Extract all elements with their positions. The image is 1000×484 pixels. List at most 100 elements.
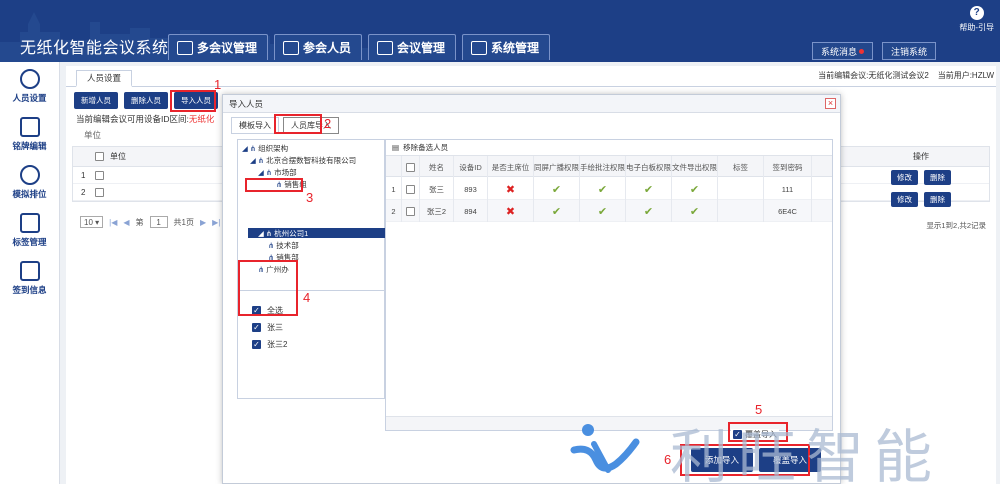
org-icon: ⋔: [249, 144, 257, 153]
tab-label: 多会议管理: [197, 41, 258, 55]
cell-tag[interactable]: [718, 200, 764, 222]
cell-chair[interactable]: ✖: [488, 200, 534, 222]
user-group-icon: [19, 68, 40, 89]
page-number-input[interactable]: 1: [149, 216, 168, 228]
edit-icon: [19, 116, 40, 137]
checkbox[interactable]: ✓: [252, 323, 261, 332]
last-page-icon[interactable]: ▶|: [212, 218, 220, 227]
add-person-button[interactable]: 新增人员: [74, 92, 118, 109]
annotation-number-1: 1: [214, 77, 222, 92]
notification-dot: [859, 48, 865, 54]
tree-node-tech[interactable]: ⋔ 技术部: [268, 240, 299, 251]
first-page-icon[interactable]: |◀: [109, 218, 117, 227]
cell-tag[interactable]: [718, 178, 764, 200]
seat-icon: [19, 164, 40, 185]
tab-attendees[interactable]: 参会人员: [274, 34, 363, 60]
select-all-checkbox[interactable]: [95, 152, 104, 161]
table-row[interactable]: 2 张三2 894 ✖ ✔ ✔ ✔ ✔ 6E4C: [386, 200, 832, 222]
cell-device-id: 893: [454, 178, 488, 200]
person-label: 张三: [267, 323, 283, 332]
person-option[interactable]: ✓ 张三2: [242, 336, 378, 353]
row-checkbox[interactable]: [406, 206, 415, 216]
edit-button[interactable]: 修改: [891, 169, 918, 185]
tree-node-hangzhou[interactable]: ◢ ⋔ 杭州公司1: [258, 228, 308, 239]
logout-label: 注销系统: [891, 46, 928, 57]
tab-template-import[interactable]: 模板导入: [231, 117, 279, 134]
sidebar: 人员设置 铭牌编辑 模拟排位 标签管理 签到信息: [0, 62, 60, 484]
tree-node-root[interactable]: ◢ ⋔ 组织架构: [242, 143, 288, 154]
cell-chair[interactable]: ✖: [488, 178, 534, 200]
close-icon[interactable]: ×: [825, 98, 836, 109]
sidebar-item-label: 标签管理: [12, 236, 47, 247]
meeting-icon: [377, 40, 394, 55]
table-row[interactable]: 1 张三 893 ✖ ✔ ✔ ✔ ✔ 111: [386, 178, 832, 200]
page-prefix: 第: [135, 217, 144, 227]
prev-page-icon[interactable]: ◀: [123, 218, 129, 227]
cell-export[interactable]: ✔: [672, 178, 718, 200]
row-checkbox[interactable]: [95, 170, 104, 180]
cell-export[interactable]: ✔: [672, 200, 718, 222]
cell-device-id: 894: [454, 200, 488, 222]
system-icon: [471, 40, 488, 55]
tag-icon: [19, 212, 40, 233]
tree-label: 北京合摆数智科技有限公司: [266, 156, 357, 165]
annotation-box-3: [245, 178, 303, 192]
person-label: 张三2: [267, 340, 288, 349]
delete-button[interactable]: 删除: [924, 169, 951, 185]
page-number-value: 1: [156, 217, 161, 227]
remove-label: 移除备选人员: [403, 143, 449, 152]
sidebar-item-label: 人员设置: [12, 92, 47, 103]
sidebar-item-nameplate-edit[interactable]: 铭牌编辑: [0, 110, 59, 158]
hint-value: 无纸化: [188, 114, 215, 124]
expand-icon: ◢: [258, 229, 264, 238]
selected-table-header: 姓名 设备ID 是否主席位 同屏广播权限 手绘批注权限 电子白板权限 文件导出权…: [386, 155, 832, 178]
selected-people-panel: ▤ 移除备选人员 姓名 设备ID 是否主席位 同屏广播权限 手绘批注权限 电子白板…: [385, 139, 833, 431]
help-button[interactable]: ? 帮助-引导: [959, 6, 994, 33]
remove-icon: ▤: [392, 143, 400, 152]
cell-annotate[interactable]: ✔: [580, 200, 626, 222]
cell-broadcast[interactable]: ✔: [534, 178, 580, 200]
sidebar-item-seat-simulation[interactable]: 模拟排位: [0, 158, 59, 206]
operations-column: 操作 修改 删除 修改 删除: [852, 146, 990, 210]
checkbox[interactable]: ✓: [252, 340, 261, 349]
edit-button[interactable]: 修改: [891, 191, 918, 207]
tab-meeting-management[interactable]: 会议管理: [368, 34, 457, 60]
system-message-button[interactable]: 系统消息: [812, 42, 874, 60]
select-all-checkbox[interactable]: [406, 162, 415, 172]
help-label: 帮助-引导: [959, 23, 994, 32]
sidebar-item-tag-management[interactable]: 标签管理: [0, 206, 59, 254]
sidebar-item-checkin-info[interactable]: 签到信息: [0, 254, 59, 302]
delete-person-button[interactable]: 删除人员: [124, 92, 168, 109]
row-checkbox[interactable]: [406, 184, 415, 194]
sidebar-item-personnel-settings[interactable]: 人员设置: [0, 62, 59, 110]
annotation-number-6: 6: [664, 452, 672, 467]
cell-name: 张三2: [420, 200, 454, 222]
cell-password[interactable]: 111: [764, 178, 812, 200]
tab-system-management[interactable]: 系统管理: [462, 34, 551, 60]
tab-label: 会议管理: [397, 41, 446, 55]
current-user: 当前用户:HZLW: [937, 71, 994, 80]
tree-node-market[interactable]: ◢ ⋔ 市场部: [258, 167, 297, 178]
annotation-box-5: [728, 422, 788, 442]
delete-button[interactable]: 删除: [924, 191, 951, 207]
cell-password[interactable]: 6E4C: [764, 200, 812, 222]
cell-whiteboard[interactable]: ✔: [626, 178, 672, 200]
person-option[interactable]: ✓ 张三: [242, 319, 378, 336]
tab-multi-meeting[interactable]: 多会议管理: [168, 34, 269, 60]
monitor-icon: [177, 40, 193, 55]
cell-broadcast[interactable]: ✔: [534, 200, 580, 222]
logout-button[interactable]: 注销系统: [882, 42, 937, 60]
row-number: 1: [81, 170, 86, 180]
page-size-select[interactable]: 10 ▾: [80, 216, 104, 228]
unit-label: 单位: [84, 130, 102, 140]
tab-personnel-settings[interactable]: 人员设置: [76, 70, 133, 87]
org-icon: ⋔: [257, 156, 265, 165]
people-icon: [283, 40, 300, 55]
tree-node-company[interactable]: ◢ ⋔ 北京合摆数智科技有限公司: [250, 155, 356, 166]
cell-whiteboard[interactable]: ✔: [626, 200, 672, 222]
remove-candidates-button[interactable]: ▤ 移除备选人员: [386, 140, 832, 155]
status-info: 当前编辑会议:无纸化测试会议2 当前用户:HZLW: [818, 70, 994, 81]
next-page-icon[interactable]: ▶: [200, 218, 206, 227]
cell-annotate[interactable]: ✔: [580, 178, 626, 200]
row-checkbox[interactable]: [95, 187, 104, 197]
